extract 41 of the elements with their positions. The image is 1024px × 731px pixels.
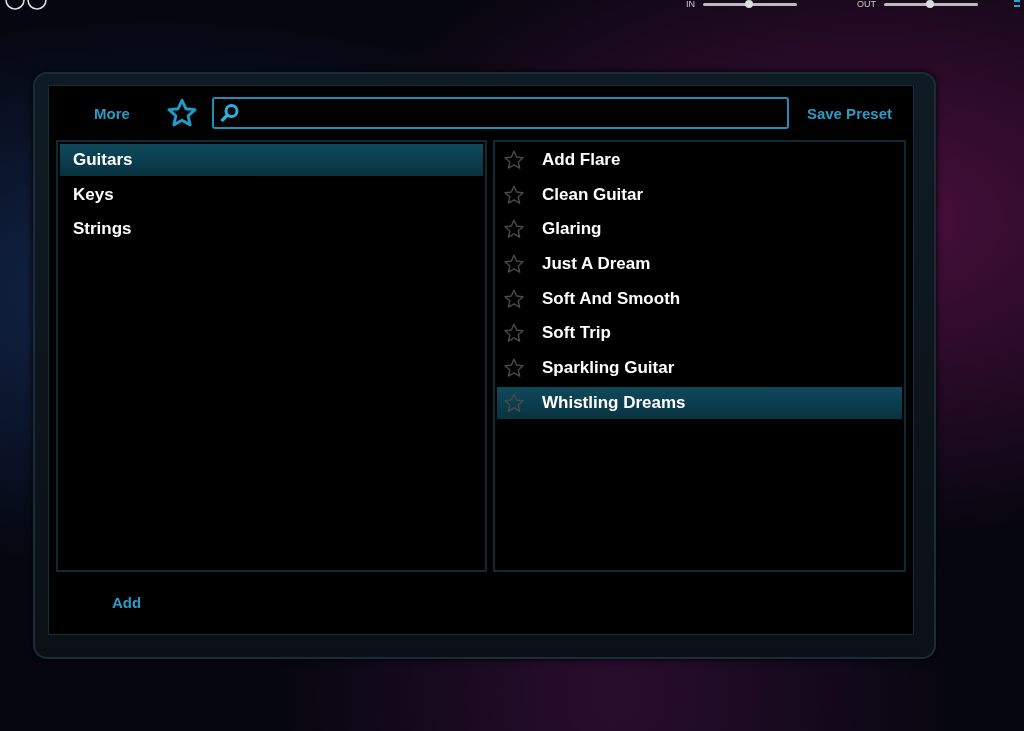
- star-icon[interactable]: [503, 322, 525, 345]
- slider-thumb[interactable]: [745, 0, 754, 8]
- preset-item[interactable]: Sparkling Guitar: [497, 352, 902, 385]
- preset-item[interactable]: Just A Dream: [497, 248, 902, 281]
- menu-icon[interactable]: [1014, 0, 1020, 10]
- preset-item[interactable]: Glaring: [497, 213, 902, 246]
- meter-label: IN: [686, 0, 695, 9]
- meter-label: OUT: [857, 0, 876, 9]
- preset-name: Clean Guitar: [542, 184, 644, 205]
- circles-icon[interactable]: [4, 0, 48, 10]
- slider-thumb[interactable]: [926, 0, 935, 8]
- star-icon[interactable]: [503, 287, 525, 310]
- preset-name: Whistling Dreams: [542, 392, 686, 413]
- star-icon[interactable]: [503, 149, 525, 171]
- preset-item[interactable]: Soft Trip: [497, 317, 902, 350]
- preset-item[interactable]: Add Flare: [497, 144, 902, 176]
- level-slider[interactable]: [884, 3, 978, 6]
- preset-name: Glaring: [542, 219, 602, 240]
- star-icon[interactable]: [503, 391, 525, 414]
- search-field[interactable]: [211, 97, 789, 129]
- category-item[interactable]: Guitars: [60, 144, 483, 176]
- category-item[interactable]: Keys: [60, 178, 483, 211]
- preset-name: Sparkling Guitar: [542, 358, 675, 379]
- preset-name: Add Flare: [542, 150, 621, 170]
- search-icon: [219, 103, 240, 123]
- preset-name: Soft Trip: [542, 323, 611, 344]
- preset-item[interactable]: Clean Guitar: [497, 178, 902, 211]
- star-icon[interactable]: [503, 183, 525, 206]
- preset-item[interactable]: Whistling Dreams: [497, 386, 902, 419]
- preset-item[interactable]: Soft And Smooth: [497, 282, 902, 315]
- add-button[interactable]: Add: [108, 591, 146, 613]
- more-button[interactable]: More: [90, 102, 134, 124]
- star-icon[interactable]: [503, 218, 525, 241]
- star-icon[interactable]: [503, 253, 525, 276]
- save-preset-button[interactable]: Save Preset: [802, 102, 896, 124]
- preset-name: Soft And Smooth: [542, 288, 681, 309]
- level-slider[interactable]: [703, 3, 797, 6]
- favorites-star-icon[interactable]: [165, 97, 198, 129]
- preset-name: Just A Dream: [542, 254, 651, 275]
- category-item[interactable]: Strings: [60, 213, 483, 246]
- star-icon[interactable]: [503, 357, 525, 380]
